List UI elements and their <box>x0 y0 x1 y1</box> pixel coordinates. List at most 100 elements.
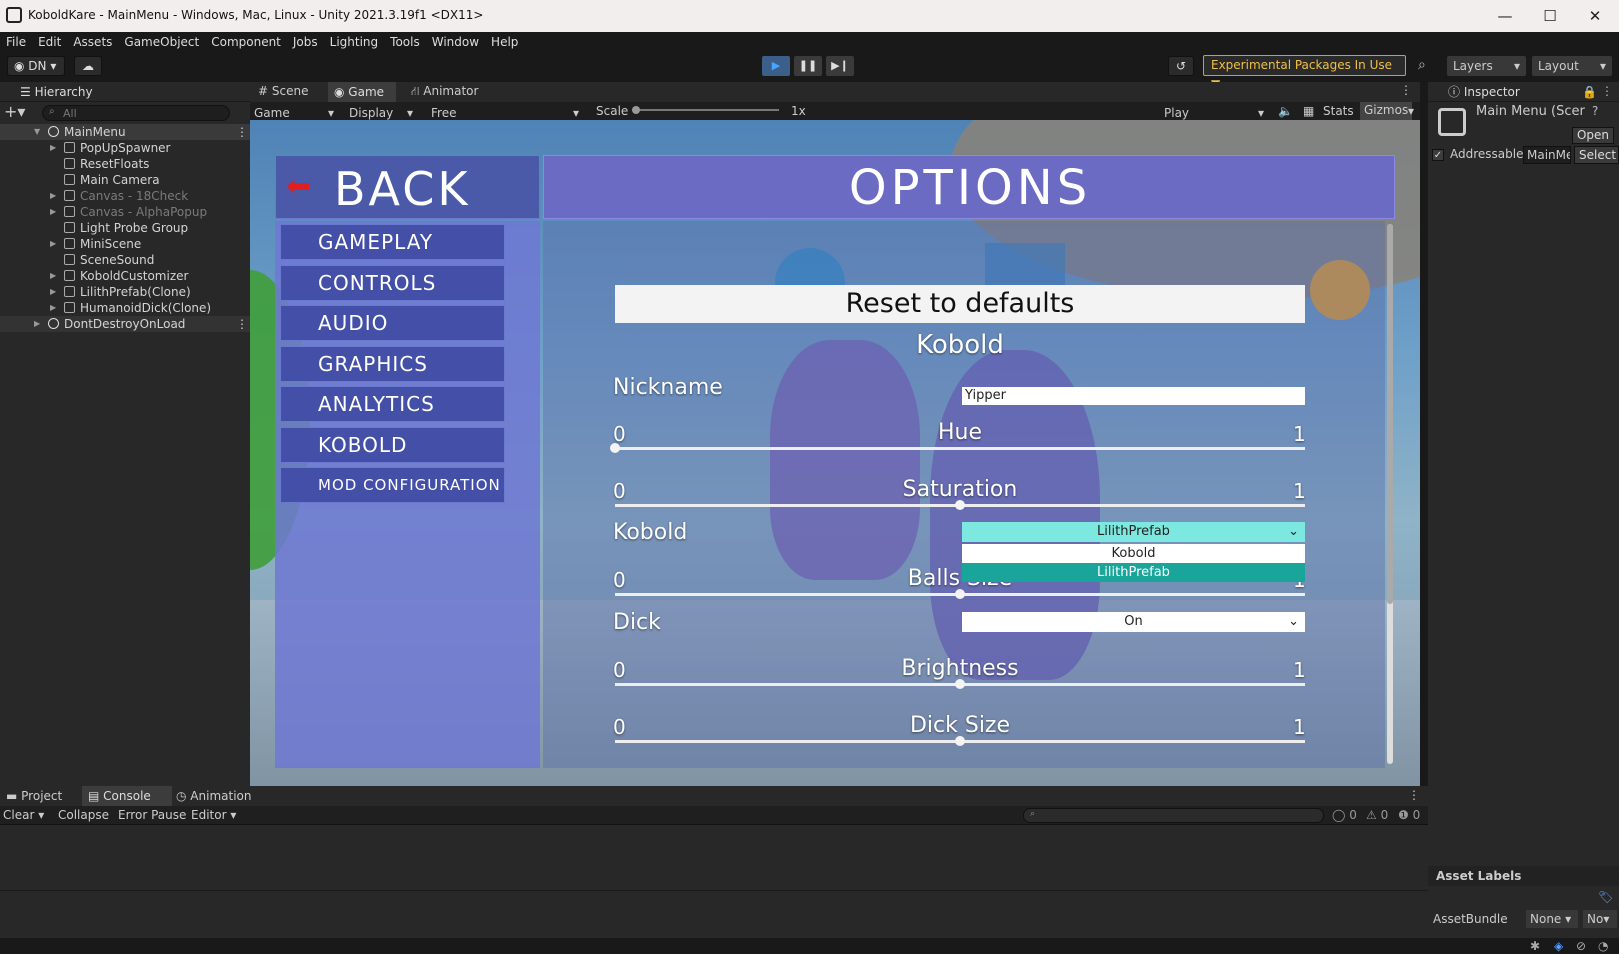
progress-icon[interactable]: ◔ <box>1598 939 1608 953</box>
editor-dropdown[interactable]: Editor ▾ <box>191 808 236 822</box>
hierarchy-item[interactable]: ▶ MiniScene <box>0 236 250 252</box>
hue-slider[interactable] <box>610 443 1305 453</box>
select-button[interactable]: Select <box>1574 146 1619 164</box>
tab-animator[interactable]: ⛙ Animator <box>411 84 478 100</box>
content-scrollbar-thumb[interactable] <box>1387 224 1393 604</box>
tab-game[interactable]: ◉ Game <box>328 82 396 102</box>
saturation-slider[interactable] <box>615 500 1305 510</box>
gizmos-button[interactable]: Gizmos <box>1360 102 1413 120</box>
stats-button[interactable]: Stats <box>1323 104 1354 118</box>
network-icon[interactable]: ⊘ <box>1576 939 1586 953</box>
tab-animation[interactable]: ◷ Animation <box>176 789 251 803</box>
hierarchy-item[interactable]: Main Camera <box>0 172 250 188</box>
tab-console[interactable]: ▤ Console <box>82 786 172 806</box>
brightness-slider[interactable] <box>615 679 1305 689</box>
collapse-icon[interactable]: ▶ <box>50 204 56 220</box>
account-dropdown[interactable]: ◉ DN ▾ <box>7 56 65 76</box>
back-button[interactable]: ⬅ BACK <box>275 155 540 219</box>
console-search-input[interactable]: ⌕ <box>1023 808 1324 823</box>
hierarchy-item[interactable]: ▶ DontDestroyOnLoad ⋮ <box>0 316 250 332</box>
cache-icon[interactable]: ◈ <box>1554 939 1563 953</box>
hierarchy-item[interactable]: ▶ HumanoidDick(Clone) <box>0 300 250 316</box>
menu-jobs[interactable]: Jobs <box>287 32 324 52</box>
menu-file[interactable]: File <box>0 32 32 52</box>
more-menu-icon[interactable]: ⋮ <box>1408 788 1420 802</box>
history-icon[interactable]: ↺ <box>1168 56 1194 76</box>
play-button[interactable]: ▶ <box>762 56 790 76</box>
nav-kobold[interactable]: KOBOLD <box>280 427 505 463</box>
layers-dropdown[interactable]: Layers ▾ <box>1447 56 1526 76</box>
nav-mod-configuration[interactable]: MOD CONFIGURATION <box>280 467 505 503</box>
menu-assets[interactable]: Assets <box>67 32 118 52</box>
reset-defaults-button[interactable]: Reset to defaults <box>615 285 1305 323</box>
addressable-field[interactable]: MainMe <box>1523 146 1571 164</box>
audio-icon[interactable]: 🔈 <box>1278 104 1293 118</box>
menu-edit[interactable]: Edit <box>32 32 67 52</box>
menu-lighting[interactable]: Lighting <box>324 32 385 52</box>
tab-scene[interactable]: # Scene <box>258 84 308 98</box>
more-menu-icon[interactable]: ⋮ <box>236 124 248 140</box>
kobold-option-kobold[interactable]: Kobold <box>962 544 1305 563</box>
more-menu-icon[interactable]: ⋮ <box>1601 84 1613 98</box>
help-icon[interactable]: ? <box>1592 104 1598 118</box>
dicksize-slider[interactable] <box>615 736 1305 746</box>
hierarchy-item[interactable]: ResetFloats <box>0 156 250 172</box>
close-button[interactable]: ✕ <box>1575 4 1615 28</box>
collapse-icon[interactable]: ▶ <box>50 268 56 284</box>
collapse-icon[interactable]: ▶ <box>50 140 56 156</box>
lock-icon[interactable]: 🔒 <box>1582 85 1597 99</box>
layout-dropdown[interactable]: Layout ▾ <box>1532 56 1612 76</box>
debug-icon[interactable]: ✱ <box>1530 939 1540 953</box>
hierarchy-search-input[interactable]: ⌕ All <box>42 105 230 121</box>
collapse-icon[interactable]: ▶ <box>50 284 56 300</box>
kobold-option-lilith[interactable]: LilithPrefab <box>962 563 1305 582</box>
hierarchy-item[interactable]: ▶ KoboldCustomizer <box>0 268 250 284</box>
warning-count[interactable]: ⚠ 0 <box>1366 808 1388 822</box>
hierarchy-item[interactable]: Light Probe Group <box>0 220 250 236</box>
nickname-input[interactable]: Yipper <box>962 387 1305 405</box>
hierarchy-item[interactable]: ▶ Canvas - 18Check <box>0 188 250 204</box>
hierarchy-item[interactable]: ▼ MainMenu ⋮ <box>0 124 250 140</box>
kobold-dropdown[interactable]: LilithPrefab ⌄ <box>962 522 1305 542</box>
scale-slider[interactable] <box>634 109 779 111</box>
nav-audio[interactable]: AUDIO <box>280 305 505 341</box>
menu-help[interactable]: Help <box>485 32 524 52</box>
balls-slider[interactable] <box>615 589 1305 599</box>
tab-project[interactable]: ▬ Project <box>6 789 62 803</box>
saturation-slider-knob[interactable] <box>955 500 965 510</box>
open-button[interactable]: Open <box>1572 127 1614 144</box>
pause-button[interactable]: ❚❚ <box>794 56 822 76</box>
more-menu-icon[interactable]: ⋮ <box>1400 83 1412 97</box>
cloud-icon[interactable]: ☁ <box>74 56 102 76</box>
hierarchy-item[interactable]: ▶ LilithPrefab(Clone) <box>0 284 250 300</box>
gizmos-dropdown-icon[interactable]: ▾ <box>1408 104 1414 118</box>
nav-gameplay[interactable]: GAMEPLAY <box>280 224 505 260</box>
error-pause-button[interactable]: Error Pause <box>118 808 186 822</box>
maximize-button[interactable]: ☐ <box>1530 4 1570 28</box>
assetbundle-variant-dropdown[interactable]: No▾ <box>1583 910 1617 928</box>
hierarchy-item[interactable]: ▶ PopUpSpawner <box>0 140 250 156</box>
menu-tools[interactable]: Tools <box>384 32 426 52</box>
balls-slider-knob[interactable] <box>955 589 965 599</box>
nav-graphics[interactable]: GRAPHICS <box>280 346 505 382</box>
minimize-button[interactable]: — <box>1485 4 1525 28</box>
error-count[interactable]: ❶ 0 <box>1398 808 1420 822</box>
more-menu-icon[interactable]: ⋮ <box>236 316 248 332</box>
grid-icon[interactable]: ▦ <box>1303 104 1314 118</box>
dicksize-slider-knob[interactable] <box>955 736 965 746</box>
label-tag-icon[interactable]: 🏷 <box>1598 890 1613 904</box>
dick-dropdown[interactable]: On ⌄ <box>962 612 1305 632</box>
menu-component[interactable]: Component <box>205 32 287 52</box>
expand-icon[interactable]: ▼ <box>34 124 40 140</box>
nav-controls[interactable]: CONTROLS <box>280 265 505 301</box>
hierarchy-tab[interactable]: ☰ Hierarchy <box>0 82 250 102</box>
game-view[interactable]: ⬅ BACK OPTIONS GAMEPLAY CONTROLS AUDIO G… <box>250 120 1420 786</box>
hierarchy-item[interactable]: ▶ Canvas - AlphaPopup <box>0 204 250 220</box>
hierarchy-item[interactable]: SceneSound <box>0 252 250 268</box>
menu-window[interactable]: Window <box>426 32 485 52</box>
brightness-slider-knob[interactable] <box>955 679 965 689</box>
collapse-icon[interactable]: ▶ <box>34 316 40 332</box>
scale-slider-knob[interactable] <box>632 106 640 114</box>
collapse-icon[interactable]: ▶ <box>50 300 56 316</box>
addressable-checkbox[interactable]: ✓ <box>1432 149 1444 161</box>
